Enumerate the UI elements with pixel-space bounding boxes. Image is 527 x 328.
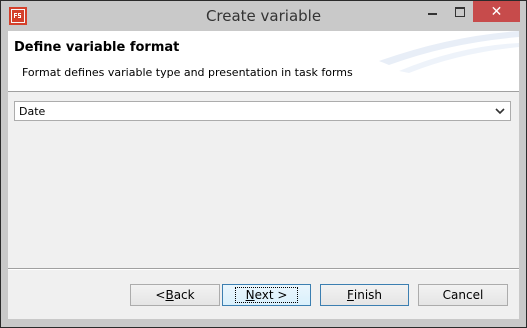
- format-select[interactable]: Date: [14, 101, 511, 121]
- minimize-button[interactable]: [418, 1, 446, 22]
- minimize-icon: [427, 13, 437, 15]
- footer-separator-highlight: [8, 269, 519, 270]
- header-decoration: [379, 31, 519, 73]
- back-button[interactable]: < Back: [130, 284, 220, 306]
- cancel-button[interactable]: Cancel: [418, 284, 508, 306]
- dialog-window: Create variable ✕ Define variable format…: [0, 0, 527, 328]
- next-button-focus: Next >: [234, 287, 299, 303]
- back-button-prefix: <: [155, 288, 166, 302]
- next-button-mnemonic: N: [245, 288, 255, 302]
- close-button[interactable]: ✕: [473, 1, 520, 22]
- back-button-mnemonic: B: [165, 288, 174, 302]
- next-button-rest: ext >: [254, 288, 288, 302]
- maximize-button[interactable]: [446, 1, 473, 22]
- close-icon: ✕: [490, 3, 503, 20]
- wizard-header: Define variable format Format defines va…: [8, 31, 519, 92]
- dialog-content: Define variable format Format defines va…: [8, 31, 519, 319]
- page-title: Define variable format: [14, 40, 180, 55]
- page-description: Format defines variable type and present…: [22, 66, 353, 79]
- chevron-down-icon: [495, 108, 505, 115]
- cancel-button-label: Cancel: [442, 288, 484, 302]
- title-bar[interactable]: Create variable ✕: [1, 1, 526, 31]
- finish-button[interactable]: Finish: [320, 284, 409, 306]
- finish-button-mnemonic: F: [346, 288, 354, 302]
- finish-button-rest: inish: [353, 288, 383, 302]
- next-button[interactable]: Next >: [222, 284, 311, 306]
- maximize-icon: [454, 6, 465, 17]
- format-select-value: Date: [19, 105, 46, 118]
- back-button-rest: ack: [173, 288, 195, 302]
